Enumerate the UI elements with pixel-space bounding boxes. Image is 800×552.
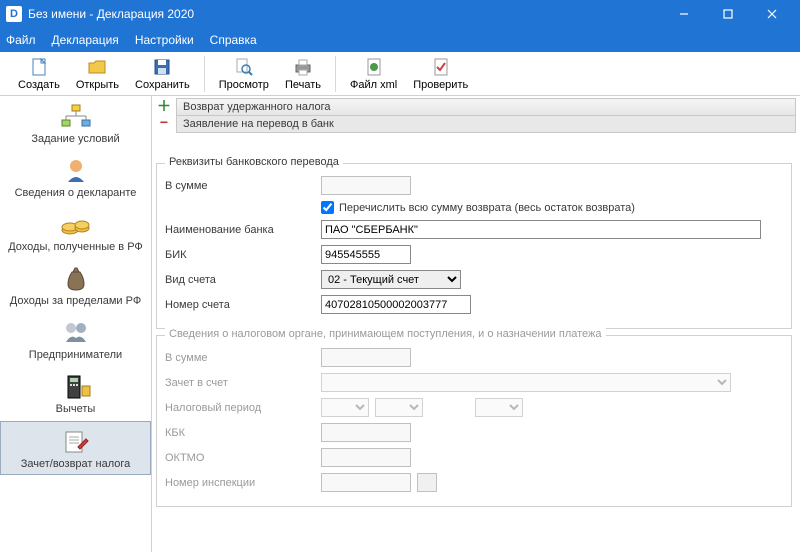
oktmo-input xyxy=(321,448,411,467)
toolbar-separator-2 xyxy=(335,56,336,92)
menu-settings[interactable]: Настройки xyxy=(135,33,194,47)
menu-help[interactable]: Справка xyxy=(210,33,257,47)
tree-list[interactable]: Возврат удержанного налога Заявление на … xyxy=(176,98,796,133)
calculator-icon xyxy=(58,373,94,401)
period-select-2 xyxy=(375,398,423,417)
minimize-button[interactable] xyxy=(662,0,706,28)
tax-legend: Сведения о налоговом органе, принимающем… xyxy=(165,328,606,340)
save-disk-icon xyxy=(150,56,174,78)
nav-declarant-label: Сведения о декларанте xyxy=(15,187,137,199)
open-folder-icon xyxy=(85,56,109,78)
menu-file[interactable]: Файл xyxy=(6,33,36,47)
bank-fieldset: Реквизиты банковского перевода В сумме П… xyxy=(156,163,792,329)
sum-input xyxy=(321,176,411,195)
menu-declaration[interactable]: Декларация xyxy=(52,33,119,47)
preview-button[interactable]: Просмотр xyxy=(211,54,277,93)
toolbar: Создать Открыть Сохранить Просмотр Печат… xyxy=(0,52,800,96)
titlebar: D Без имени - Декларация 2020 xyxy=(0,0,800,28)
check-icon xyxy=(429,56,453,78)
tree-row-2[interactable]: Заявление на перевод в банк xyxy=(177,116,795,132)
treebar: ＋ − Возврат удержанного налога Заявление… xyxy=(152,96,800,135)
tree-diagram-icon xyxy=(58,103,94,131)
full-refund-label: Перечислить всю сумму возврата (весь ост… xyxy=(339,202,635,214)
nav-declarant[interactable]: Сведения о декларанте xyxy=(0,150,151,204)
nav-refund-label: Зачет/возврат налога xyxy=(21,458,131,470)
sidebar: Задание условий Сведения о декларанте До… xyxy=(0,96,152,552)
new-file-icon xyxy=(27,56,51,78)
content: ＋ − Возврат удержанного налога Заявление… xyxy=(152,96,800,552)
printer-icon xyxy=(291,56,315,78)
bik-label: БИК xyxy=(165,249,321,261)
bik-input[interactable] xyxy=(321,245,411,264)
window-title: Без имени - Декларация 2020 xyxy=(28,7,662,21)
money-bag-icon xyxy=(58,265,94,293)
magnify-icon xyxy=(232,56,256,78)
nav-deductions[interactable]: Вычеты xyxy=(0,366,151,420)
bank-legend: Реквизиты банковского перевода xyxy=(165,156,343,168)
nav-refund[interactable]: Зачет/возврат налога xyxy=(0,421,151,475)
document-pen-icon xyxy=(58,428,94,456)
menubar: Файл Декларация Настройки Справка xyxy=(0,28,800,52)
app-icon: D xyxy=(6,6,22,22)
person-icon xyxy=(58,157,94,185)
check-label: Проверить xyxy=(413,79,468,91)
print-button[interactable]: Печать xyxy=(277,54,329,93)
oktmo-label: ОКТМО xyxy=(165,452,321,464)
account-type-select[interactable]: 02 - Текущий счет xyxy=(321,270,461,289)
toolbar-separator xyxy=(204,56,205,92)
kbk-label: КБК xyxy=(165,427,321,439)
sum-label: В сумме xyxy=(165,180,321,192)
tax-sum-input xyxy=(321,348,411,367)
period-select-3 xyxy=(475,398,523,417)
inspection-lookup-button xyxy=(417,473,437,492)
offset-label: Зачет в счет xyxy=(165,377,321,389)
kbk-input xyxy=(321,423,411,442)
nav-conditions-label: Задание условий xyxy=(31,133,119,145)
remove-row-button[interactable]: − xyxy=(156,114,172,130)
inspection-input xyxy=(321,473,411,492)
bank-name-input[interactable] xyxy=(321,220,761,239)
main: Задание условий Сведения о декларанте До… xyxy=(0,96,800,552)
tax-sum-label: В сумме xyxy=(165,352,321,364)
nav-deductions-label: Вычеты xyxy=(56,403,96,415)
nav-entrepreneur[interactable]: Предприниматели xyxy=(0,312,151,366)
print-label: Печать xyxy=(285,79,321,91)
coins-icon xyxy=(58,211,94,239)
account-no-input[interactable] xyxy=(321,295,471,314)
create-label: Создать xyxy=(18,79,60,91)
close-button[interactable] xyxy=(750,0,794,28)
create-button[interactable]: Создать xyxy=(10,54,68,93)
inspection-label: Номер инспекции xyxy=(165,477,321,489)
add-row-button[interactable]: ＋ xyxy=(156,98,172,114)
nav-entrepreneur-label: Предприниматели xyxy=(29,349,122,361)
preview-label: Просмотр xyxy=(219,79,269,91)
xml-label: Файл xml xyxy=(350,79,397,91)
xml-button[interactable]: Файл xml xyxy=(342,54,405,93)
nav-income-rf-label: Доходы, полученные в РФ xyxy=(8,241,143,253)
bank-name-label: Наименование банка xyxy=(165,224,321,236)
tree-buttons: ＋ − xyxy=(156,98,172,130)
full-refund-checkbox[interactable] xyxy=(321,201,334,214)
period-label: Налоговый период xyxy=(165,402,321,414)
tax-fieldset: Сведения о налоговом органе, принимающем… xyxy=(156,335,792,507)
period-select-1 xyxy=(321,398,369,417)
nav-income-foreign-label: Доходы за пределами РФ xyxy=(10,295,141,307)
open-label: Открыть xyxy=(76,79,119,91)
open-button[interactable]: Открыть xyxy=(68,54,127,93)
nav-income-rf[interactable]: Доходы, полученные в РФ xyxy=(0,204,151,258)
check-button[interactable]: Проверить xyxy=(405,54,476,93)
xml-file-icon xyxy=(362,56,386,78)
offset-select xyxy=(321,373,731,392)
maximize-button[interactable] xyxy=(706,0,750,28)
tree-row-1[interactable]: Возврат удержанного налога xyxy=(177,99,795,116)
nav-conditions[interactable]: Задание условий xyxy=(0,96,151,150)
account-no-label: Номер счета xyxy=(165,299,321,311)
handshake-icon xyxy=(58,319,94,347)
account-type-label: Вид счета xyxy=(165,274,321,286)
nav-income-foreign[interactable]: Доходы за пределами РФ xyxy=(0,258,151,312)
save-button[interactable]: Сохранить xyxy=(127,54,198,93)
save-label: Сохранить xyxy=(135,79,190,91)
